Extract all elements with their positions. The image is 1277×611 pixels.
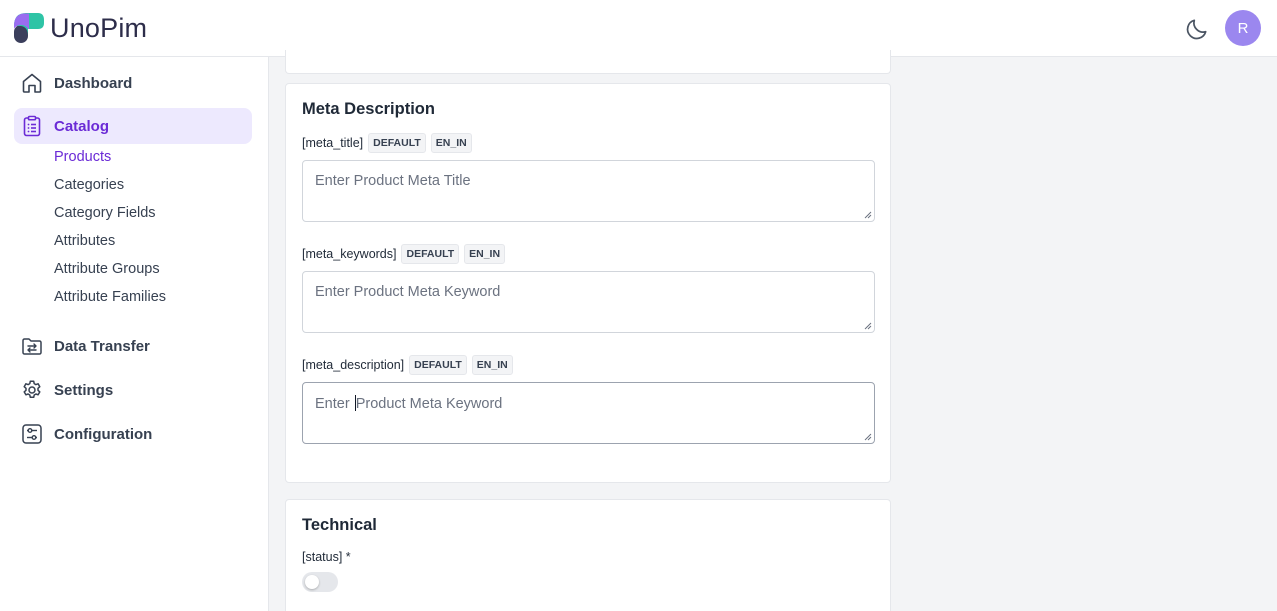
sidebar-item-label: Data Transfer	[54, 337, 150, 355]
user-avatar[interactable]: R	[1225, 10, 1261, 46]
placeholder-start: Enter	[315, 396, 354, 412]
sidebar-subitem-attribute-families[interactable]: Attribute Families	[54, 289, 166, 305]
sidebar-item-label: Catalog	[54, 117, 110, 135]
field-code: [meta_description]	[302, 358, 405, 372]
meta-description-label: [meta_description] DEFAULT EN_IN	[302, 355, 513, 375]
home-icon	[22, 73, 42, 93]
sliders-icon	[22, 424, 42, 444]
technical-card: Technical [status] *	[285, 499, 891, 611]
folder-transfer-icon	[22, 338, 42, 355]
sidebar-subitem-attributes[interactable]: Attributes	[54, 233, 115, 249]
channel-badge: DEFAULT	[368, 133, 426, 153]
toggle-knob	[305, 575, 319, 589]
resize-grip-icon[interactable]	[864, 433, 872, 441]
status-label: [status] *	[302, 550, 351, 564]
logo-text: UnoPim	[50, 12, 148, 43]
sidebar-item-settings[interactable]: Settings	[14, 372, 252, 408]
textarea-placeholder: Enter Product Meta Keyword	[315, 284, 501, 300]
locale-badge: EN_IN	[430, 133, 472, 153]
unopim-logo[interactable]: UnoPim	[13, 12, 147, 44]
meta-description-card: Meta Description [meta_title] DEFAULT EN…	[285, 83, 891, 483]
sidebar-item-data-transfer[interactable]: Data Transfer	[14, 328, 252, 364]
placeholder-end: Product Meta Keyword	[355, 396, 503, 412]
meta-keywords-textarea[interactable]: Enter Product Meta Keyword	[302, 271, 875, 333]
sidebar-subitem-categories[interactable]: Categories	[54, 177, 124, 193]
sidebar-subitem-category-fields[interactable]: Category Fields	[54, 205, 156, 221]
sidebar: Dashboard Catalog Products Categories Ca…	[0, 57, 269, 611]
sidebar-item-label: Settings	[54, 381, 114, 399]
sidebar-item-label: Dashboard	[54, 74, 133, 92]
field-code: [meta_keywords]	[302, 247, 397, 261]
clipboard-list-icon	[23, 115, 41, 137]
previous-section-card	[285, 50, 891, 74]
resize-grip-icon[interactable]	[864, 322, 872, 330]
meta-keywords-label: [meta_keywords] DEFAULT EN_IN	[302, 244, 506, 264]
sidebar-subitem-products[interactable]: Products	[54, 149, 111, 165]
theme-toggle-button[interactable]	[1184, 16, 1210, 42]
status-toggle[interactable]	[302, 572, 338, 592]
resize-grip-icon[interactable]	[864, 211, 872, 219]
meta-description-textarea[interactable]: Enter Product Meta Keyword	[302, 382, 875, 444]
section-title: Meta Description	[302, 100, 435, 118]
sidebar-subitem-attribute-groups[interactable]: Attribute Groups	[54, 261, 160, 277]
locale-badge: EN_IN	[464, 244, 506, 264]
textarea-placeholder: Enter Product Meta Title	[315, 173, 471, 189]
unopim-logo-icon	[14, 13, 44, 43]
meta-title-label: [meta_title] DEFAULT EN_IN	[302, 133, 472, 153]
sidebar-item-dashboard[interactable]: Dashboard	[14, 65, 252, 101]
channel-badge: DEFAULT	[401, 244, 460, 264]
sidebar-item-label: Configuration	[54, 425, 153, 443]
sidebar-item-configuration[interactable]: Configuration	[14, 416, 252, 452]
meta-title-textarea[interactable]: Enter Product Meta Title	[302, 160, 875, 222]
moon-icon	[1186, 19, 1207, 40]
channel-badge: DEFAULT	[409, 355, 467, 375]
gear-icon	[23, 380, 41, 399]
field-code: [meta_title]	[302, 136, 364, 150]
section-title: Technical	[302, 516, 377, 534]
sidebar-item-catalog[interactable]: Catalog	[14, 108, 252, 144]
locale-badge: EN_IN	[471, 355, 513, 375]
textarea-placeholder: Enter Product Meta Keyword	[315, 395, 502, 412]
top-header: UnoPim R	[0, 0, 1277, 57]
